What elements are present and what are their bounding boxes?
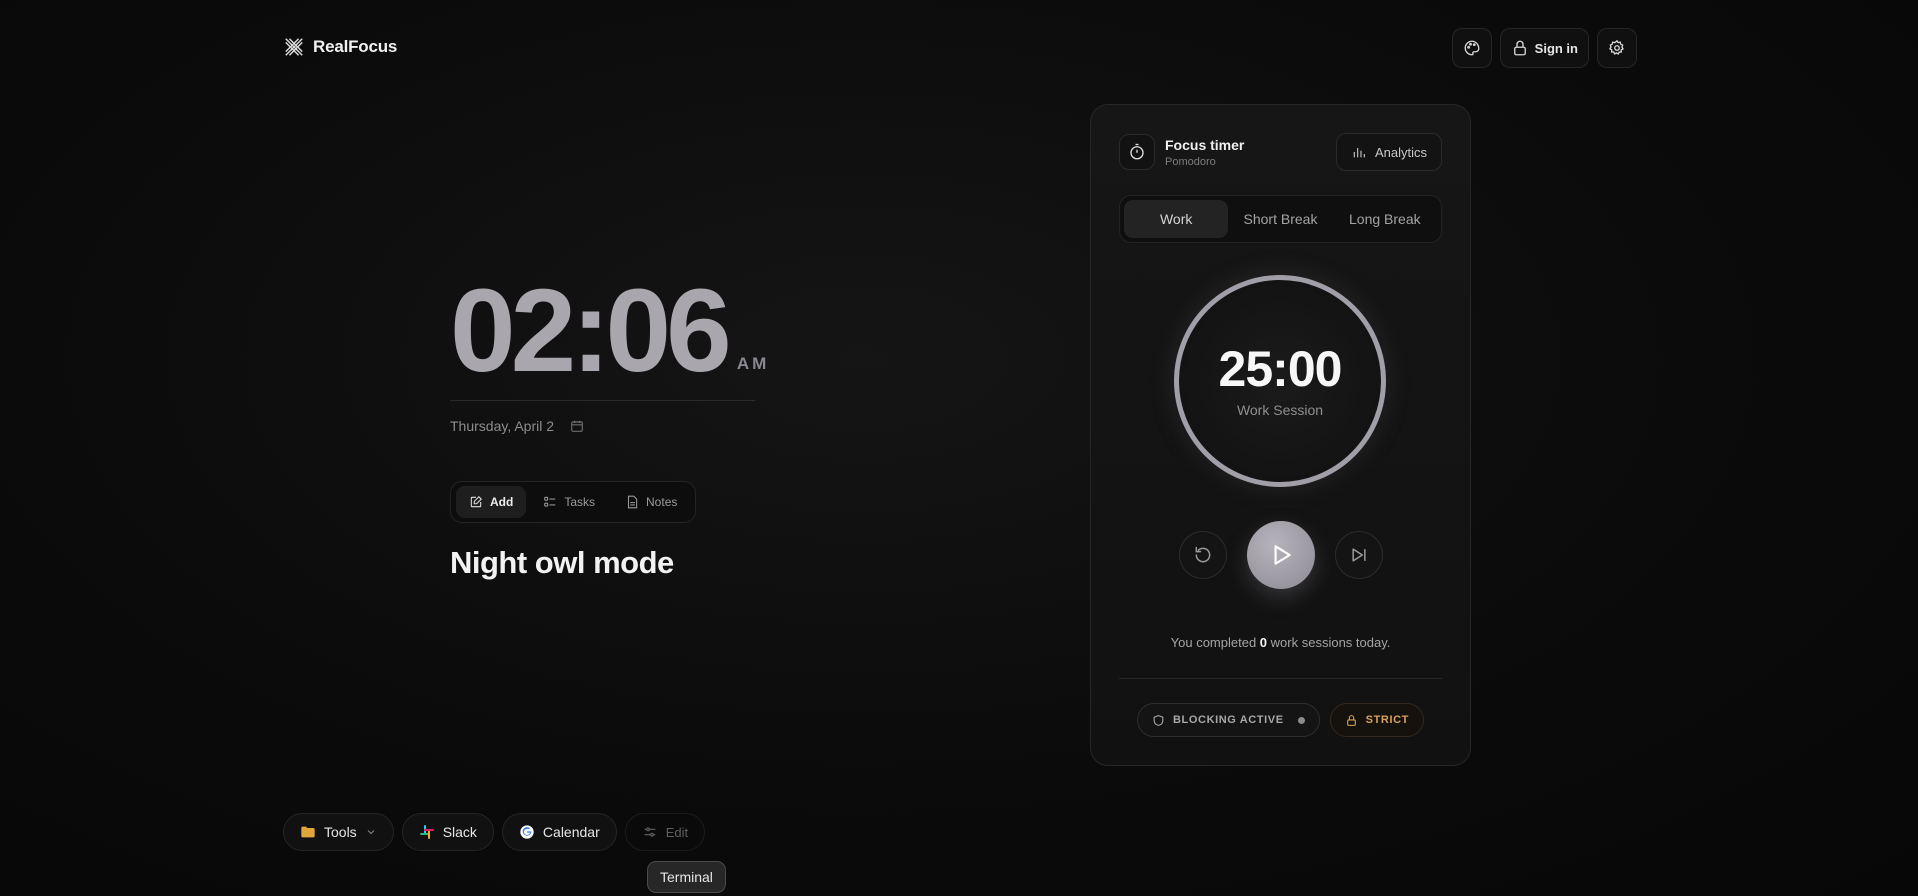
- timer-time: 25:00: [1218, 341, 1343, 397]
- edit-label: Edit: [665, 824, 689, 840]
- blocking-active-toggle[interactable]: BLOCKING ACTIVE: [1137, 703, 1320, 737]
- card-divider: [1119, 678, 1442, 679]
- bar-chart-icon: [1353, 148, 1365, 158]
- calendar-label: Calendar: [542, 824, 600, 840]
- timer-ring: 25:00 Work Session: [1174, 275, 1386, 487]
- sessions-summary: You completed 0 work sessions today.: [1091, 635, 1470, 650]
- terminal-tooltip: Terminal: [647, 861, 726, 893]
- top-actions: Sign in: [1451, 28, 1637, 68]
- sign-in-button[interactable]: Sign in: [1499, 28, 1589, 68]
- skip-button[interactable]: [1334, 531, 1383, 579]
- analytics-label: Analytics: [1374, 144, 1427, 160]
- checklist-icon: [544, 496, 556, 507]
- calendar-shortcut[interactable]: Calendar: [501, 813, 617, 851]
- sessions-prefix: You completed: [1170, 635, 1257, 650]
- strict-label: STRICT: [1365, 714, 1409, 726]
- tab-short-break[interactable]: Short Break: [1228, 200, 1332, 238]
- tab-notes-label: Notes: [646, 495, 678, 509]
- tools-dropdown[interactable]: Tools: [283, 813, 394, 851]
- blocking-label: BLOCKING ACTIVE: [1173, 714, 1284, 726]
- strict-mode-toggle[interactable]: STRICT: [1329, 703, 1424, 737]
- sessions-suffix: work sessions today.: [1270, 635, 1391, 650]
- play-icon: [1274, 545, 1291, 565]
- skip-icon: [1351, 548, 1366, 562]
- tab-add-label: Add: [490, 495, 514, 509]
- clock-divider: [450, 400, 755, 401]
- edit-dock-button[interactable]: Edit: [624, 813, 706, 851]
- settings-button[interactable]: [1597, 28, 1637, 68]
- tools-label: Tools: [324, 824, 357, 840]
- brand-name: RealFocus: [313, 37, 398, 56]
- tab-tasks[interactable]: Tasks: [530, 486, 608, 518]
- tab-long-break[interactable]: Long Break: [1333, 200, 1437, 238]
- tab-notes[interactable]: Notes: [612, 486, 690, 518]
- chevron-down-icon: [367, 830, 375, 835]
- stopwatch-icon: [1119, 134, 1155, 170]
- analytics-button[interactable]: Analytics: [1335, 133, 1442, 171]
- reset-button[interactable]: [1178, 531, 1227, 579]
- calendar-icon[interactable]: [570, 419, 584, 433]
- brand[interactable]: RealFocus: [283, 36, 397, 58]
- logo-icon: [285, 38, 303, 56]
- clock: 02:06 AM Thursday, April 2: [450, 272, 769, 434]
- reset-icon: [1195, 546, 1210, 563]
- timer-subtitle: Pomodoro: [1165, 155, 1216, 168]
- folder-icon: [301, 826, 315, 838]
- document-icon: [627, 495, 638, 509]
- shield-icon: [1153, 714, 1164, 726]
- status-pills: BLOCKING ACTIVE STRICT: [1091, 703, 1470, 737]
- clock-period: AM: [736, 354, 770, 373]
- mode-tabs: Work Short Break Long Break: [1119, 195, 1442, 243]
- clock-date: Thursday, April 2: [450, 418, 555, 434]
- slack-shortcut[interactable]: Slack: [401, 813, 494, 851]
- google-icon: [520, 825, 534, 839]
- app-dock: Tools Slack Calendar Edit: [283, 813, 706, 851]
- slack-icon: [419, 825, 434, 839]
- sessions-count: 0: [1259, 635, 1268, 650]
- play-button[interactable]: [1246, 521, 1315, 589]
- clock-time: 02:06: [450, 265, 732, 397]
- edit-note-icon: [470, 496, 482, 508]
- session-label: Work Session: [1236, 402, 1324, 418]
- sign-in-label: Sign in: [1534, 40, 1578, 56]
- tab-add[interactable]: Add: [456, 486, 527, 518]
- timer-title: Focus timer: [1165, 136, 1245, 153]
- sliders-icon: [644, 827, 656, 837]
- palette-icon: [1464, 40, 1480, 56]
- lock-icon: [1346, 714, 1356, 726]
- focus-timer-card: Focus timer Pomodoro Analytics Work Shor…: [1090, 104, 1471, 766]
- tab-work[interactable]: Work: [1124, 200, 1229, 238]
- tab-tasks-label: Tasks: [564, 495, 596, 509]
- theme-button[interactable]: [1451, 28, 1492, 68]
- timer-controls: [1091, 521, 1470, 589]
- lock-icon: [1513, 40, 1526, 56]
- mode-headline: Night owl mode: [450, 545, 674, 580]
- status-dot: [1297, 716, 1305, 724]
- gear-icon: [1609, 39, 1624, 55]
- slack-label: Slack: [442, 824, 477, 840]
- quick-tabs: Add Tasks Notes: [450, 481, 697, 523]
